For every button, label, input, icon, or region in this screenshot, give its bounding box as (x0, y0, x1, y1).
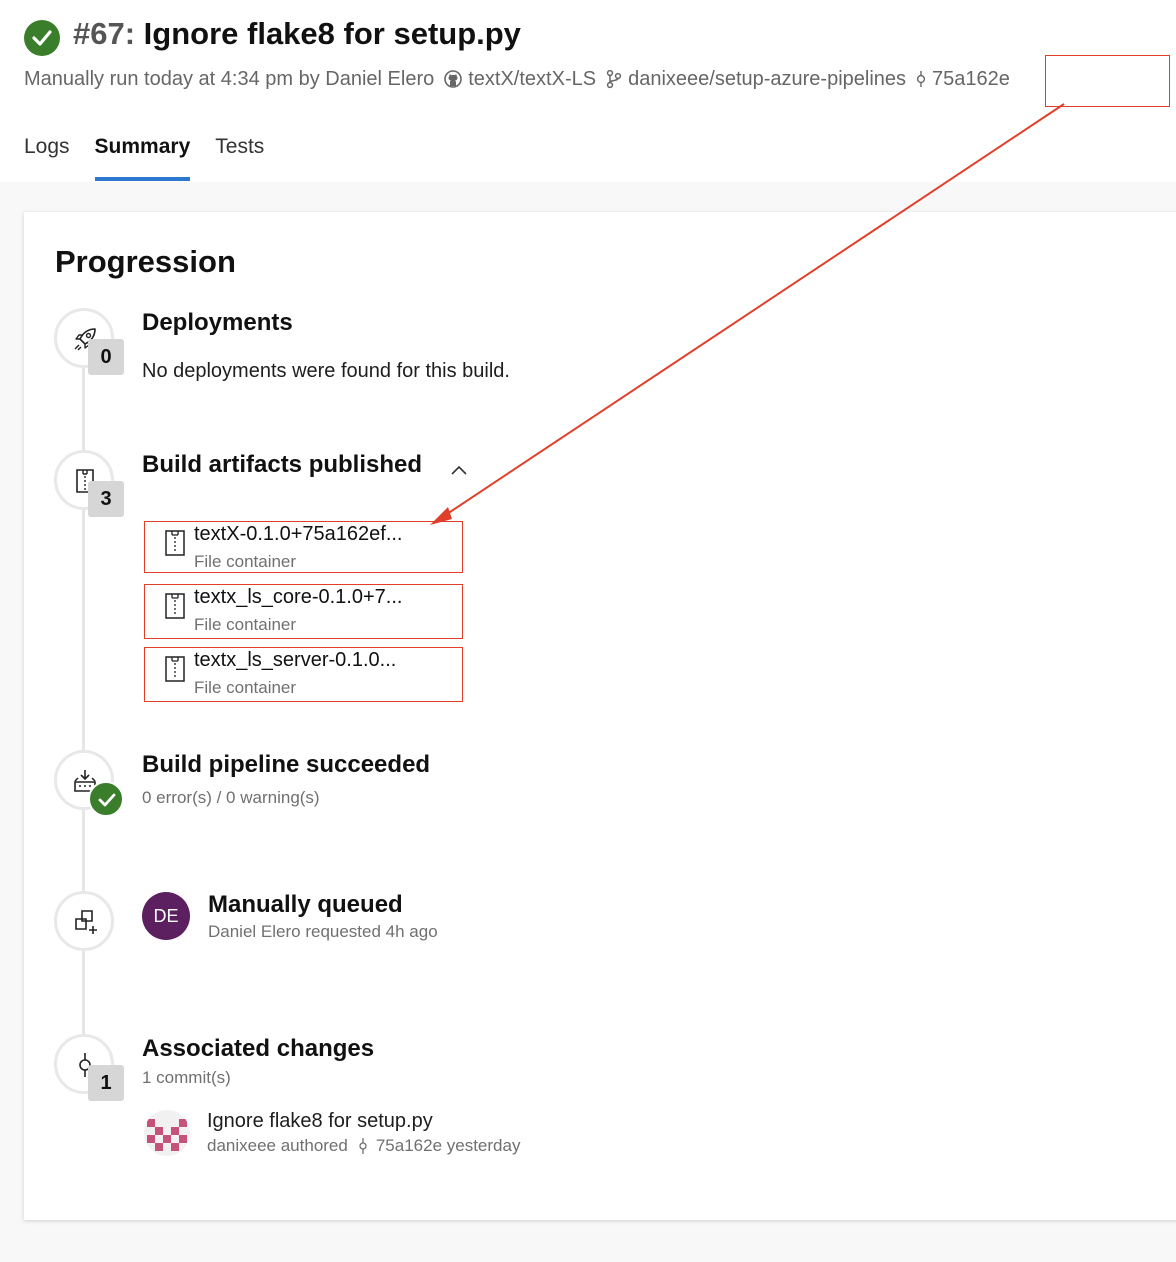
annotation-box-commit (1045, 55, 1170, 107)
branch-icon (606, 69, 622, 89)
artifact-type: File container (194, 678, 297, 697)
commit-small-icon (359, 1138, 367, 1154)
artifacts-title: Build artifacts published (142, 451, 423, 478)
repo-link[interactable]: textX/textX-LS (468, 68, 596, 91)
run-meta: Manually run today at 4:34 pm by Daniel … (24, 66, 1010, 92)
queued-detail: Daniel Elero requested 4h ago (208, 922, 438, 941)
run-number: #67: (73, 16, 136, 51)
artifact-item[interactable]: textx_ls_core-0.1.0+7... File container (144, 584, 463, 639)
run-info-text: Manually run today at 4:34 pm by Daniel … (24, 67, 435, 90)
artifact-item[interactable]: textx_ls_server-0.1.0... File container (144, 647, 463, 702)
page-header: #67: Ignore flake8 for setup.py Manually… (0, 0, 1176, 182)
artifact-item[interactable]: textX-0.1.0+75a162ef... File container (144, 521, 463, 573)
chevron-up-icon[interactable] (450, 464, 468, 476)
zip-file-icon (165, 593, 185, 619)
commit-meta: danixeee authored 75a162e yesterday (207, 1136, 520, 1156)
changes-detail: 1 commit(s) (142, 1068, 231, 1087)
branch-link[interactable]: danixeee/setup-azure-pipelines (628, 68, 906, 91)
tab-tests[interactable]: Tests (215, 133, 264, 181)
github-icon (444, 70, 463, 88)
queue-icon (75, 910, 97, 934)
progression-card: Progression 0 Deployments No deployments… (24, 212, 1176, 1220)
author-avatar (144, 1110, 190, 1156)
avatar: DE (142, 892, 190, 940)
commit-author: danixeee authored (207, 1136, 348, 1155)
commit-message-link[interactable]: Ignore flake8 for setup.py (207, 1110, 433, 1133)
tab-summary[interactable]: Summary (94, 133, 190, 181)
deployments-count-badge: 0 (88, 339, 124, 375)
success-status-icon (24, 20, 60, 56)
artifacts-count-badge: 3 (88, 481, 124, 517)
queued-node (54, 891, 114, 951)
commit-hash-time[interactable]: 75a162e yesterday (376, 1136, 521, 1156)
pipeline-title: Build pipeline succeeded (142, 751, 431, 778)
success-check-icon (88, 781, 124, 817)
commit-icon (916, 69, 926, 89)
deployments-title: Deployments (142, 309, 293, 336)
changes-title: Associated changes (142, 1035, 375, 1062)
tab-logs[interactable]: Logs (24, 133, 70, 181)
tab-bar: Logs Summary Tests (24, 133, 289, 183)
run-title: Ignore flake8 for setup.py (143, 16, 521, 51)
deployments-message: No deployments were found for this build… (142, 360, 510, 382)
page-title: #67: Ignore flake8 for setup.py (73, 16, 521, 52)
queued-title: Manually queued (208, 891, 403, 918)
artifact-type: File container (194, 552, 297, 571)
artifact-name: textX-0.1.0+75a162ef... (194, 523, 403, 545)
zip-file-icon (165, 530, 185, 556)
zip-file-icon (165, 656, 185, 682)
artifact-type: File container (194, 615, 297, 634)
commit-link[interactable]: 75a162e (932, 68, 1010, 91)
section-title: Progression (55, 244, 236, 279)
changes-count-badge: 1 (88, 1065, 124, 1101)
artifact-name: textx_ls_core-0.1.0+7... (194, 586, 403, 608)
artifact-name: textx_ls_server-0.1.0... (194, 649, 397, 671)
pipeline-detail: 0 error(s) / 0 warning(s) (142, 788, 320, 807)
